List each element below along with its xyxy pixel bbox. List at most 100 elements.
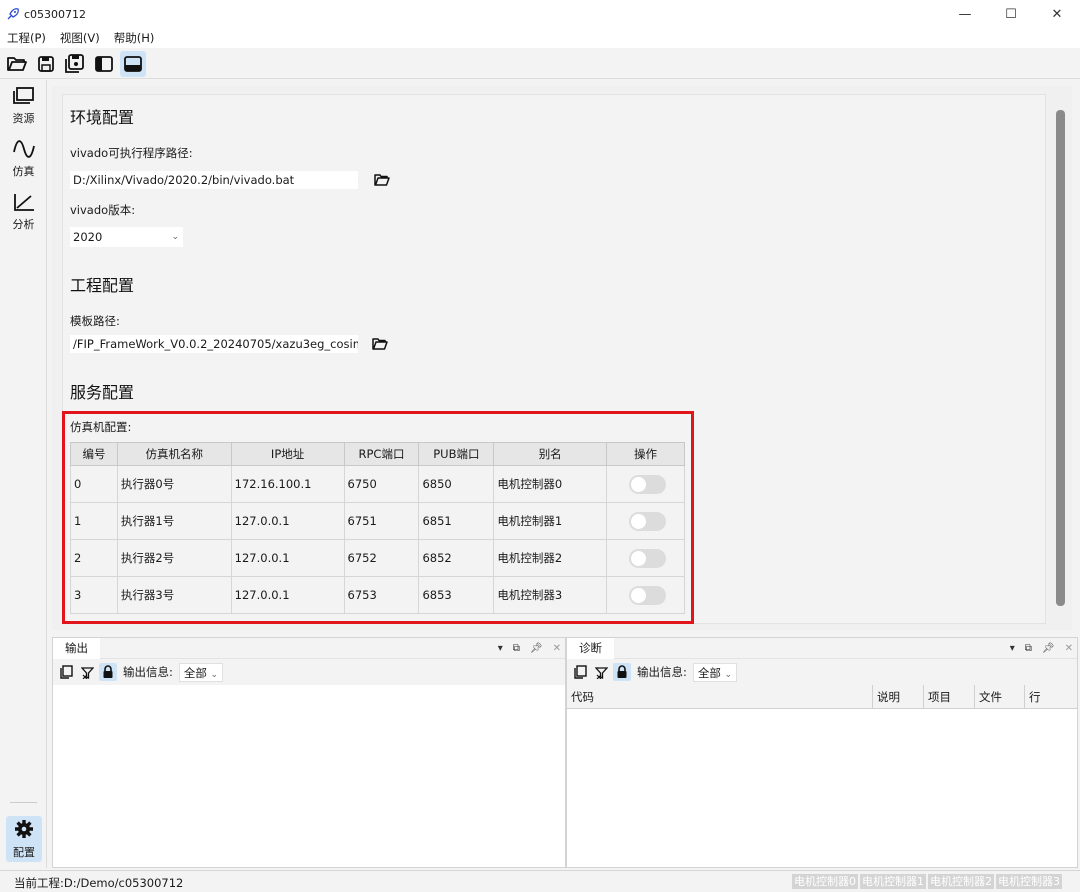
browse-template-folder-icon[interactable] <box>372 337 388 351</box>
status-badge: 电机控制器2 <box>928 874 994 889</box>
diagnostics-tabbar: 诊断 ▾ ⧉ 📌︎ ✕ <box>567 638 1077 659</box>
col-name[interactable]: 仿真机名称 <box>116 442 232 466</box>
lock-icon[interactable] <box>613 663 631 681</box>
col-action[interactable]: 操作 <box>606 442 685 466</box>
cell-pub[interactable]: 6850 <box>418 465 495 503</box>
cell-pub[interactable]: 6851 <box>418 502 495 540</box>
activity-resources[interactable]: 资源 <box>0 80 47 133</box>
diagnostics-panel: 诊断 ▾ ⧉ 📌︎ ✕ 输出信息: 全部 ⌄ 代码 说明 项目 文件 行 <box>566 637 1078 868</box>
col-alias[interactable]: 别名 <box>493 442 608 466</box>
cell-ip[interactable]: 127.0.0.1 <box>230 576 345 614</box>
rocket-icon <box>6 7 20 21</box>
table-row[interactable]: 2 执行器2号 127.0.0.1 6752 6852 电机控制器2 <box>70 539 685 577</box>
close-button[interactable]: ✕ <box>1034 0 1080 28</box>
cell-name[interactable]: 执行器0号 <box>116 465 232 503</box>
clear-filter-icon[interactable] <box>592 663 610 681</box>
cell-pub[interactable]: 6852 <box>418 539 495 577</box>
chevron-down-icon: ⌄ <box>724 669 733 680</box>
col-ip[interactable]: IP地址 <box>230 442 345 466</box>
minimize-button[interactable]: — <box>942 0 988 28</box>
cell-name[interactable]: 执行器3号 <box>116 576 232 614</box>
enable-toggle[interactable] <box>628 474 666 494</box>
enable-toggle[interactable] <box>628 511 666 531</box>
status-badge: 电机控制器3 <box>996 874 1062 889</box>
diagnostics-content[interactable] <box>567 709 1077 865</box>
tab-output[interactable]: 输出 <box>53 638 100 659</box>
cell-ip[interactable]: 127.0.0.1 <box>230 502 345 540</box>
diagnostics-toolbar: 输出信息: 全部 ⌄ <box>567 659 1077 685</box>
dropdown-icon[interactable]: ▾ <box>498 643 503 654</box>
vivado-path-input[interactable]: D:/Xilinx/Vivado/2020.2/bin/vivado.bat <box>70 171 358 189</box>
float-icon[interactable]: ⧉ <box>1025 643 1032 654</box>
cell-action <box>606 502 685 540</box>
vivado-path-label: vivado可执行程序路径: <box>70 146 193 160</box>
diag-col-code[interactable]: 代码 <box>567 685 873 708</box>
activity-config[interactable]: 配置 <box>6 816 42 862</box>
panel-bottom-icon[interactable] <box>120 50 146 77</box>
cell-rpc[interactable]: 6752 <box>343 539 420 577</box>
toggle-knob <box>630 476 646 492</box>
dropdown-icon[interactable]: ▾ <box>1010 643 1015 654</box>
copy-icon[interactable] <box>571 663 589 681</box>
enable-toggle[interactable] <box>628 585 666 605</box>
window-title: c05300712 <box>24 7 87 21</box>
pin-icon[interactable]: 📌︎ <box>530 643 543 654</box>
activity-analysis[interactable]: 分析 <box>0 186 47 239</box>
col-id[interactable]: 编号 <box>70 442 118 466</box>
output-filter-label: 输出信息: <box>123 665 173 679</box>
cell-name[interactable]: 执行器2号 <box>116 539 232 577</box>
diag-col-project[interactable]: 项目 <box>924 685 975 708</box>
cell-alias[interactable]: 电机控制器3 <box>493 576 608 614</box>
project-section-title: 工程配置 <box>70 276 135 295</box>
menu-view[interactable]: 视图(V) <box>53 30 107 46</box>
pin-icon[interactable]: 📌︎ <box>1042 643 1055 654</box>
save-all-icon[interactable] <box>62 51 88 77</box>
output-toolbar: 输出信息: 全部 ⌄ <box>53 659 565 685</box>
cell-pub[interactable]: 6853 <box>418 576 495 614</box>
browse-vivado-folder-icon[interactable] <box>374 173 390 187</box>
cell-ip[interactable]: 127.0.0.1 <box>230 539 345 577</box>
toggle-knob <box>630 550 646 566</box>
cell-ip[interactable]: 172.16.100.1 <box>230 465 345 503</box>
float-icon[interactable]: ⧉ <box>513 643 520 654</box>
template-path-label: 模板路径: <box>70 314 120 328</box>
maximize-button[interactable]: ☐ <box>988 0 1034 28</box>
close-panel-icon[interactable]: ✕ <box>1065 643 1073 654</box>
lock-icon[interactable] <box>99 663 117 681</box>
diag-filter-select[interactable]: 全部 ⌄ <box>692 662 738 682</box>
diag-col-desc[interactable]: 说明 <box>873 685 924 708</box>
config-scrollbar[interactable] <box>1056 110 1065 606</box>
menu-help[interactable]: 帮助(H) <box>107 30 162 46</box>
col-pub[interactable]: PUB端口 <box>418 442 495 466</box>
table-row[interactable]: 0 执行器0号 172.16.100.1 6750 6850 电机控制器0 <box>70 465 685 503</box>
diag-col-file[interactable]: 文件 <box>975 685 1025 708</box>
table-row[interactable]: 1 执行器1号 127.0.0.1 6751 6851 电机控制器1 <box>70 502 685 540</box>
tab-diagnostics[interactable]: 诊断 <box>567 638 614 659</box>
save-icon[interactable] <box>33 51 59 77</box>
cell-alias[interactable]: 电机控制器0 <box>493 465 608 503</box>
panel-left-icon[interactable] <box>91 51 117 77</box>
cell-alias[interactable]: 电机控制器2 <box>493 539 608 577</box>
activity-simulation-label: 仿真 <box>12 165 35 178</box>
simulator-table-label: 仿真机配置: <box>70 420 132 434</box>
cell-rpc[interactable]: 6751 <box>343 502 420 540</box>
status-badge: 电机控制器1 <box>860 874 926 889</box>
open-folder-icon[interactable] <box>4 51 30 77</box>
copy-icon[interactable] <box>57 663 75 681</box>
table-row[interactable]: 3 执行器3号 127.0.0.1 6753 6853 电机控制器3 <box>70 576 685 614</box>
enable-toggle[interactable] <box>628 548 666 568</box>
cell-alias[interactable]: 电机控制器1 <box>493 502 608 540</box>
activity-simulation[interactable]: 仿真 <box>0 133 47 186</box>
cell-rpc[interactable]: 6750 <box>343 465 420 503</box>
vivado-version-select[interactable]: 2020 ⌄ <box>70 227 183 247</box>
cell-name[interactable]: 执行器1号 <box>116 502 232 540</box>
cell-rpc[interactable]: 6753 <box>343 576 420 614</box>
template-path-input[interactable]: /FIP_FrameWork_V0.0.2_20240705/xazu3eg_c… <box>70 335 358 353</box>
menu-project[interactable]: 工程(P) <box>0 30 53 46</box>
col-rpc[interactable]: RPC端口 <box>343 442 420 466</box>
close-panel-icon[interactable]: ✕ <box>553 643 561 654</box>
output-content[interactable] <box>53 685 565 867</box>
output-filter-select[interactable]: 全部 ⌄ <box>178 662 224 682</box>
diag-col-line[interactable]: 行 <box>1025 685 1077 708</box>
clear-filter-icon[interactable] <box>78 663 96 681</box>
